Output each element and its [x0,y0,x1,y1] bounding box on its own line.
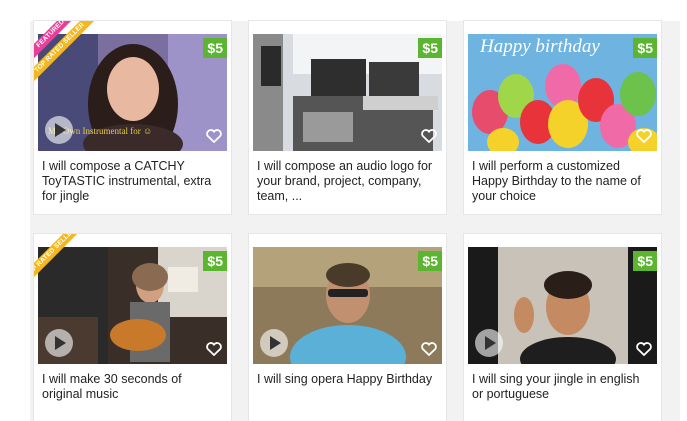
gig-title[interactable]: I will compose an audio logo for your br… [257,159,437,204]
gig-title[interactable]: I will sing opera Happy Birthday [257,372,437,387]
gig-thumbnail-2[interactable]: $5 [253,34,442,151]
play-icon[interactable] [259,328,289,358]
gig-thumbnail-1[interactable]: My Own Instrumental for ☺ $5 [38,34,227,151]
price-badge: $5 [418,251,442,271]
price-badge: $5 [633,251,657,271]
gig-card-4[interactable]: $5 TOP RATED SELLER I will make 30 secon… [34,234,231,421]
video-still-balloons: Happy birthday [468,34,657,151]
play-icon[interactable] [474,328,504,358]
gig-thumbnail-3[interactable]: Happy birthday $5 [468,34,657,151]
overlay-caption: Happy birthday [479,36,600,57]
gig-thumbnail-5[interactable]: $5 [253,247,442,364]
play-icon[interactable] [44,115,74,145]
gig-thumbnail-6[interactable]: $5 [468,247,657,364]
heart-icon[interactable] [636,342,652,356]
heart-icon[interactable] [636,129,652,143]
gig-card-6[interactable]: $5 I will sing your jingle in english or… [464,234,661,421]
price-badge: $5 [203,251,227,271]
video-still-studio [253,34,442,151]
price-badge: $5 [633,38,657,58]
heart-icon[interactable] [421,342,437,356]
gig-card-1[interactable]: My Own Instrumental for ☺ $5 FEATURED TO… [34,21,231,214]
heart-icon[interactable] [206,129,222,143]
gig-card-5[interactable]: $5 I will sing opera Happy Birthday [249,234,446,421]
heart-icon[interactable] [206,342,222,356]
gig-title[interactable]: I will make 30 seconds of original music [42,372,222,402]
gig-title[interactable]: I will sing your jingle in english or po… [472,372,652,402]
gig-title[interactable]: I will compose a CATCHY ToyTASTIC instru… [42,159,222,204]
gig-title[interactable]: I will perform a customized Happy Birthd… [472,159,652,204]
gig-card-2[interactable]: $5 I will compose an audio logo for your… [249,21,446,214]
price-badge: $5 [203,38,227,58]
price-badge: $5 [418,38,442,58]
gig-card-3[interactable]: Happy birthday $5 I will perform a custo… [464,21,661,214]
gig-thumbnail-4[interactable]: $5 [38,247,227,364]
play-icon[interactable] [44,328,74,358]
heart-icon[interactable] [421,129,437,143]
